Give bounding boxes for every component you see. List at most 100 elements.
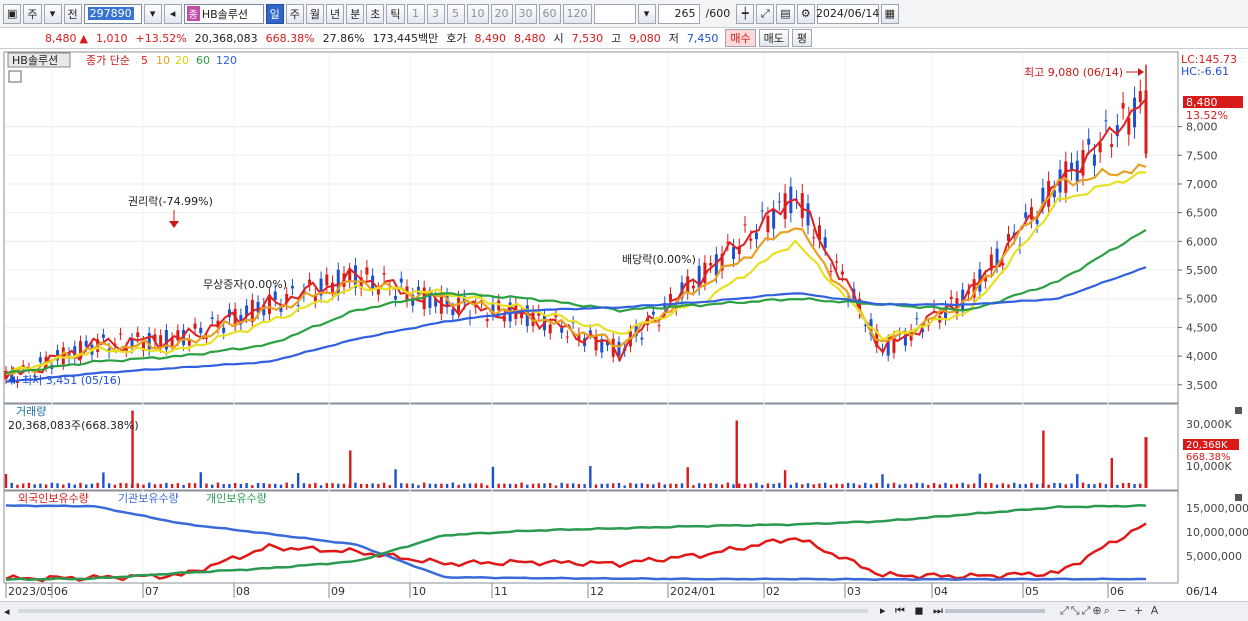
- legend-ma-5: 5: [141, 54, 148, 67]
- chart-area[interactable]: 8,000 7,500 7,000 6,500 6,000 5,500 5,000 4,500…: [0, 50, 1248, 621]
- evaluate-button[interactable]: 평: [791, 29, 813, 47]
- calendar-icon[interactable]: ▦: [880, 3, 900, 24]
- interval-60[interactable]: 60: [538, 3, 561, 24]
- interval-30[interactable]: 30: [514, 3, 537, 24]
- volume-panel-close-icon[interactable]: [1235, 407, 1242, 414]
- scroll-left-icon[interactable]: ◂: [4, 605, 10, 618]
- interval-20[interactable]: 20: [490, 3, 513, 24]
- high-candle-body: [1144, 99, 1148, 154]
- volume-bar: [846, 482, 850, 488]
- prev-button[interactable]: 전: [63, 3, 82, 24]
- candle-body: [560, 328, 564, 333]
- volume-bar: [571, 483, 575, 488]
- buy-button[interactable]: 매수: [725, 29, 756, 47]
- candle-body: [840, 271, 844, 275]
- interval-custom-input[interactable]: [593, 3, 636, 24]
- volume-bar: [938, 484, 941, 488]
- volume-bar: [170, 483, 174, 488]
- volume-bar: [382, 482, 386, 488]
- candle-icon[interactable]: ┿: [736, 3, 755, 24]
- candle-body: [732, 246, 736, 260]
- candle-body: [382, 273, 386, 275]
- sell-button[interactable]: 매도: [758, 29, 789, 47]
- period-day[interactable]: 일: [265, 3, 284, 24]
- volume-bar: [806, 483, 810, 488]
- count-input[interactable]: 265: [657, 3, 700, 24]
- candle-body: [1127, 117, 1131, 135]
- candle-body: [548, 324, 552, 334]
- date-input[interactable]: 2024/06/14: [816, 3, 879, 24]
- volume-bar: [1076, 474, 1079, 488]
- volume-bar: [783, 470, 787, 488]
- period-tick[interactable]: 틱: [386, 3, 405, 24]
- volume-bar: [1098, 482, 1102, 488]
- speaker-icon[interactable]: ◂: [163, 3, 182, 24]
- volume-bar: [915, 482, 919, 488]
- compare-icon[interactable]: ⤢: [756, 3, 775, 24]
- scroll-track[interactable]: [18, 609, 868, 613]
- market-select[interactable]: 주: [23, 3, 42, 24]
- vol-tick-30000k: 30,000K: [1186, 418, 1232, 431]
- volume-bar: [1058, 483, 1062, 488]
- chart-menu-icon[interactable]: ▣: [3, 3, 22, 24]
- period-year[interactable]: 년: [326, 3, 345, 24]
- volume-bar: [62, 484, 65, 488]
- period-week[interactable]: 주: [285, 3, 304, 24]
- interval-3[interactable]: 3: [426, 3, 445, 24]
- stock-code-input[interactable]: 297890: [83, 3, 142, 24]
- interval-5[interactable]: 5: [446, 3, 465, 24]
- period-minute[interactable]: 분: [346, 3, 365, 24]
- holdings-panel-close-icon[interactable]: [1235, 494, 1242, 501]
- interval-120[interactable]: 120: [562, 3, 592, 24]
- volume-bar: [1024, 483, 1027, 488]
- chevron-down-icon[interactable]: ▾: [43, 3, 62, 24]
- volume-bar: [629, 482, 632, 488]
- volume-bar: [4, 474, 8, 488]
- volume-bar: [21, 483, 25, 488]
- calculator-icon[interactable]: [8, 70, 22, 83]
- volume-bar: [634, 483, 638, 488]
- vol-tick-10000k: 10,000K: [1186, 460, 1232, 473]
- volume-bar: [222, 484, 225, 488]
- x-tick-label: 03: [847, 585, 861, 598]
- volume-bar: [887, 483, 890, 488]
- volume-bar: [96, 482, 99, 488]
- volume-bar: [1035, 484, 1039, 488]
- volume-bar: [342, 483, 346, 488]
- volume-bar: [205, 483, 208, 488]
- volume-bar: [755, 482, 758, 488]
- volume-bar: [285, 482, 288, 488]
- playback-controls[interactable]: ▸ ⏮ ◼ ⏭: [880, 604, 946, 618]
- volume-bar: [480, 483, 483, 488]
- volume-bar: [703, 483, 707, 488]
- candle-body: [1104, 120, 1108, 122]
- volume-bar: [417, 485, 420, 488]
- volume-bar: [10, 482, 13, 488]
- period-month[interactable]: 월: [305, 3, 325, 24]
- bottom-scrollbar[interactable]: ◂ ▸ ⏮ ◼ ⏭ ⤢⤡⤢⊕⌕ − + A: [0, 601, 1248, 621]
- interval-10[interactable]: 10: [466, 3, 489, 24]
- count-total: /600: [705, 7, 731, 20]
- volume-bar: [955, 483, 959, 488]
- volume-bar-last: [1144, 437, 1148, 488]
- zoom-slider[interactable]: [945, 609, 1045, 613]
- stock-code-value: 297890: [87, 7, 134, 20]
- drawing-tools[interactable]: ⤢⤡⤢⊕⌕ − + A: [1060, 604, 1160, 618]
- chart-canvas[interactable]: 8,000 7,500 7,000 6,500 6,000 5,500 5,000 4,500…: [0, 50, 1248, 601]
- period-second[interactable]: 초: [366, 3, 385, 24]
- hold-tick-10m: 10,000,000: [1186, 526, 1248, 539]
- gear-icon[interactable]: ⚙: [796, 3, 815, 24]
- search-icon[interactable]: ▾: [143, 3, 162, 24]
- candle-body: [290, 285, 294, 289]
- volume-bar: [211, 484, 214, 488]
- volume-bar: [990, 483, 993, 488]
- volume-bar: [400, 483, 403, 488]
- interval-1[interactable]: 1: [406, 3, 425, 24]
- volume-bar: [39, 483, 42, 488]
- stock-name-field[interactable]: 종 HB솔루션: [183, 3, 264, 24]
- volume-bar: [537, 483, 540, 488]
- candle-body: [38, 357, 42, 363]
- chevron-down-icon[interactable]: ▾: [637, 3, 656, 24]
- candle-body: [657, 325, 661, 327]
- save-icon[interactable]: ▤: [776, 3, 795, 24]
